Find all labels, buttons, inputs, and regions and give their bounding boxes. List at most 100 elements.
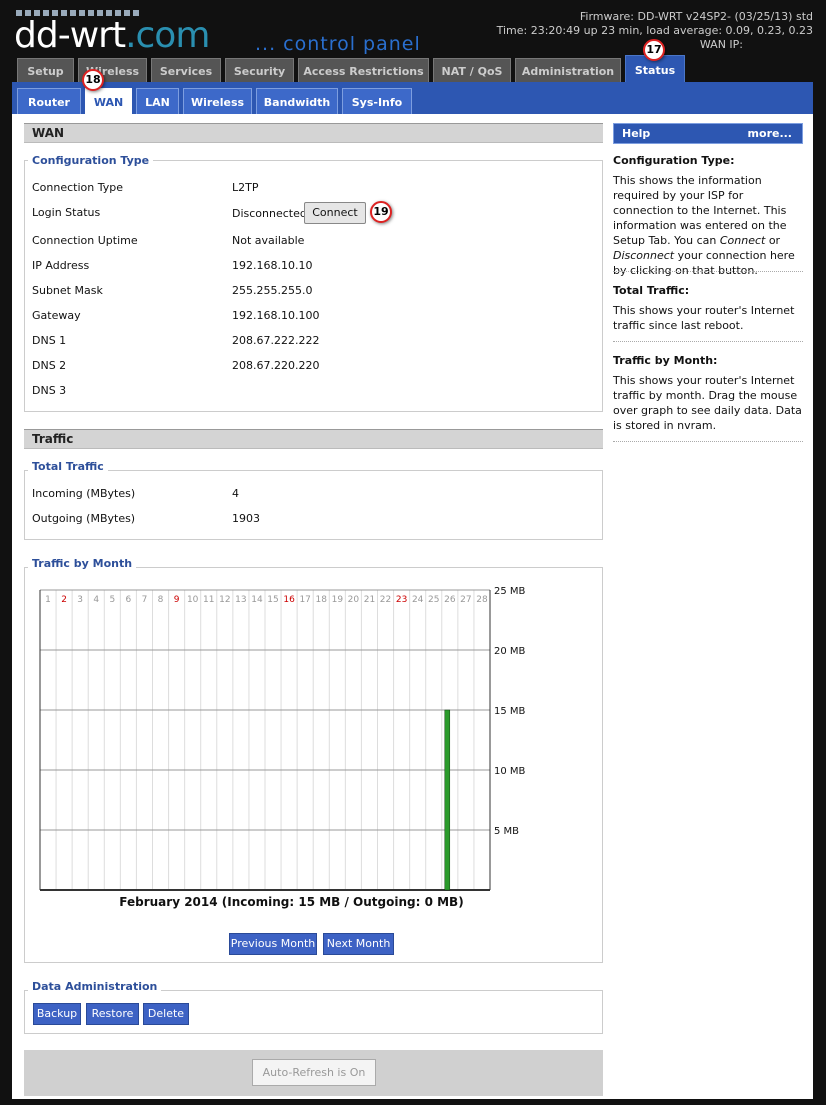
- tab-services[interactable]: Services: [151, 58, 221, 82]
- tab-setup[interactable]: Setup: [17, 58, 74, 82]
- login-status-value: Disconnected: [232, 207, 307, 220]
- subtab-bandwidth[interactable]: Bandwidth: [256, 88, 338, 114]
- chart-day-label: 20: [348, 595, 360, 605]
- chart-ytick-label: 20 MB: [494, 646, 526, 657]
- logo-suffix: .com: [125, 15, 210, 56]
- chart-day-label: 21: [364, 595, 375, 605]
- callout-badge-status: 17: [643, 39, 665, 61]
- chart-day-label: 1: [45, 595, 51, 605]
- previous-month-button[interactable]: Previous Month: [229, 933, 317, 955]
- incoming-value: 4: [232, 487, 239, 500]
- backup-button[interactable]: Backup: [33, 1003, 81, 1025]
- chart-day-label: 10: [187, 595, 199, 605]
- help-config-connect: Connect: [719, 234, 766, 247]
- subtab-sys-info[interactable]: Sys-Info: [342, 88, 412, 114]
- chart-ytick-label: 15 MB: [494, 706, 526, 717]
- chart-day-label: 17: [299, 595, 310, 605]
- help-config-disconnect: Disconnect: [613, 249, 675, 262]
- outgoing-value: 1903: [232, 512, 260, 525]
- data-admin-legend: Data Administration: [28, 980, 162, 994]
- logo: dd-wrt.com: [14, 15, 210, 56]
- chart-day-label: 16: [283, 595, 295, 605]
- chart-ytick-label: 10 MB: [494, 766, 526, 777]
- tab-access-restrictions[interactable]: Access Restrictions: [298, 58, 429, 82]
- wan-section-header: WAN: [24, 123, 603, 143]
- login-status-label: Login Status: [32, 206, 101, 219]
- chart-day-label: 19: [332, 595, 344, 605]
- chart-day-label: 2: [61, 595, 67, 605]
- total-traffic-legend: Total Traffic: [28, 460, 108, 474]
- tab-administration[interactable]: Administration: [515, 58, 621, 82]
- tagline: ... control panel: [255, 33, 421, 55]
- subtab-router[interactable]: Router: [17, 88, 81, 114]
- traffic-section-header: Traffic: [24, 429, 603, 449]
- dns1-label: DNS 1: [32, 334, 67, 347]
- tab-security[interactable]: Security: [225, 58, 294, 82]
- incoming-label: Incoming (MBytes): [32, 487, 136, 500]
- total-traffic-fieldset: [24, 470, 603, 540]
- chart-bar-incoming: [444, 709, 451, 891]
- help-traffic-text: This shows your router's Internet traffi…: [613, 304, 795, 332]
- connection-uptime-label: Connection Uptime: [32, 234, 138, 247]
- chart-day-label: 7: [142, 595, 148, 605]
- chart-day-label: 8: [158, 595, 164, 605]
- firmware-version: Firmware: DD-WRT v24SP2- (03/25/13) std: [579, 10, 813, 23]
- dns2-label: DNS 2: [32, 359, 67, 372]
- connection-uptime-value: Not available: [232, 234, 305, 247]
- chart-ytick-label: 25 MB: [494, 586, 526, 597]
- chart-day-label: 14: [251, 595, 263, 605]
- callout-badge-connect: 19: [370, 201, 392, 223]
- chart-day-label: 12: [219, 595, 230, 605]
- traffic-chart[interactable]: 25 MB20 MB15 MB10 MB5 MB1 2 3 4 5 6 7 8 9 10 11 12 1…: [30, 580, 560, 895]
- help-month-text: This shows your router's Internet traffi…: [613, 374, 802, 432]
- chart-day-label: 25: [428, 595, 439, 605]
- chart-ytick-label: 5 MB: [494, 826, 519, 837]
- chart-day-label: 22: [380, 595, 391, 605]
- dns3-label: DNS 3: [32, 384, 67, 397]
- tab-nat-qos[interactable]: NAT / QoS: [433, 58, 511, 82]
- chart-day-label: 13: [235, 595, 246, 605]
- dns2-value: 208.67.220.220: [232, 359, 320, 372]
- subtab-wireless[interactable]: Wireless: [183, 88, 252, 114]
- callout-badge-wan: 18: [82, 69, 104, 91]
- config-type-fieldset: [24, 160, 603, 412]
- page: dd-wrt.com ... control panel Firmware: D…: [0, 0, 826, 1105]
- auto-refresh-button[interactable]: Auto-Refresh is On: [252, 1059, 376, 1086]
- subtab-bar: [12, 82, 813, 114]
- subtab-wan[interactable]: WAN: [85, 88, 132, 114]
- delete-button[interactable]: Delete: [143, 1003, 189, 1025]
- chart-day-label: 18: [316, 595, 328, 605]
- next-month-button[interactable]: Next Month: [323, 933, 394, 955]
- ip-address-value: 192.168.10.10: [232, 259, 313, 272]
- connection-type-value: L2TP: [232, 181, 259, 194]
- chart-day-label: 11: [203, 595, 214, 605]
- help-separator: [613, 441, 803, 442]
- chart-day-label: 6: [126, 595, 132, 605]
- help-separator: [613, 341, 803, 342]
- chart-day-label: 5: [109, 595, 115, 605]
- help-traffic-title: Total Traffic:: [613, 284, 690, 297]
- restore-button[interactable]: Restore: [86, 1003, 139, 1025]
- traffic-by-month-legend: Traffic by Month: [28, 557, 137, 571]
- chart-day-label: 24: [412, 595, 424, 605]
- logo-text: dd-wrt: [14, 15, 126, 56]
- connect-button[interactable]: Connect: [304, 202, 366, 224]
- config-type-legend: Configuration Type: [28, 154, 154, 168]
- dns1-value: 208.67.222.222: [232, 334, 320, 347]
- help-more-link[interactable]: more...: [748, 124, 792, 143]
- chart-title: February 2014 (Incoming: 15 MB / Outgoin…: [119, 895, 464, 909]
- subnet-mask-label: Subnet Mask: [32, 284, 103, 297]
- subtab-lan[interactable]: LAN: [136, 88, 179, 114]
- chart-day-label: 9: [174, 595, 180, 605]
- help-separator: [613, 271, 803, 272]
- wan-ip: WAN IP:: [699, 38, 743, 51]
- chart-day-label: 15: [267, 595, 278, 605]
- help-header: Help more...: [613, 123, 803, 144]
- chart-day-label: 27: [460, 595, 471, 605]
- help-config-text-2: or: [765, 234, 781, 247]
- chart-day-label: 23: [396, 595, 407, 605]
- help-config-text: This shows the information required by y…: [613, 173, 803, 278]
- gateway-label: Gateway: [32, 309, 81, 322]
- chart-day-label: 3: [77, 595, 83, 605]
- chart-day-label: 4: [93, 595, 99, 605]
